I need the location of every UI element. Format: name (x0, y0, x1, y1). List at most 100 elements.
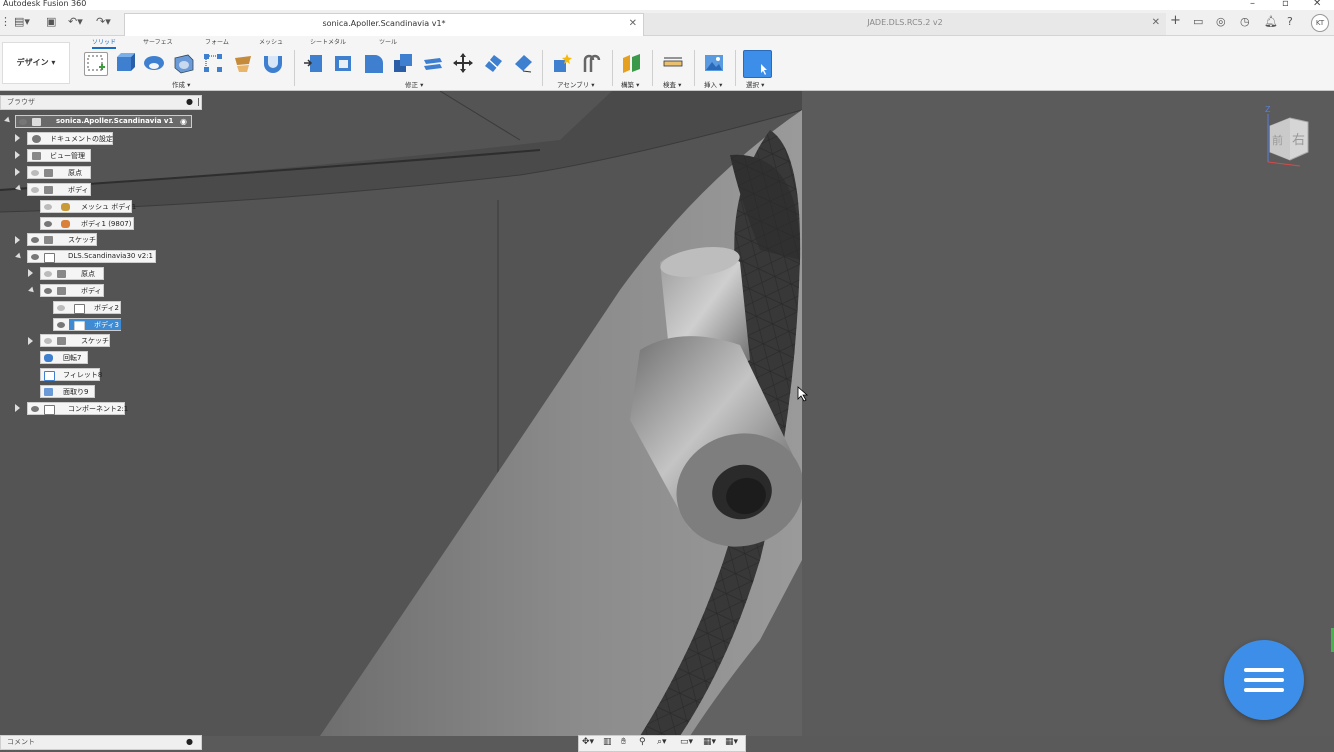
group-modify[interactable]: 修正 ▾ (405, 79, 423, 89)
tab-tools[interactable]: ツール (379, 37, 397, 46)
look-at-icon[interactable]: ▥ (603, 737, 612, 747)
orbit-icon[interactable]: ✥▾ (582, 737, 594, 747)
press-pull-icon[interactable] (302, 52, 324, 74)
expand-toggle-icon[interactable] (15, 168, 20, 176)
fillet-icon[interactable] (332, 52, 354, 74)
help-icon[interactable]: ? (1287, 15, 1293, 28)
group-assembly[interactable]: アセンブリ ▾ (557, 79, 595, 89)
browser-node-revolve7[interactable]: 回転7 (40, 351, 88, 364)
browser-node-sketches[interactable]: スケッチ (27, 233, 97, 246)
insert-image-icon[interactable] (703, 52, 725, 74)
move-icon[interactable] (452, 52, 474, 74)
visibility-eye-icon[interactable] (31, 406, 39, 412)
zoom-icon[interactable]: ⚲ (639, 737, 646, 747)
floating-menu-button[interactable] (1224, 640, 1304, 720)
collapse-panel-icon[interactable]: ● (186, 737, 193, 746)
user-avatar[interactable]: KT (1311, 14, 1329, 32)
expand-toggle-icon[interactable] (28, 269, 33, 277)
group-inspect[interactable]: 検査 ▾ (663, 79, 681, 89)
maximize-button[interactable]: ▫ (1282, 0, 1289, 9)
pattern-icon[interactable] (202, 52, 224, 74)
undo-icon[interactable]: ↶▾ (68, 15, 83, 28)
joint-icon[interactable] (581, 52, 603, 74)
redo-icon[interactable]: ↷▾ (96, 15, 111, 28)
expand-toggle-icon[interactable] (15, 404, 20, 412)
zoom-window-icon[interactable]: ⌕▾ (657, 737, 667, 747)
tab-form[interactable]: フォーム (205, 37, 229, 46)
display-settings-icon[interactable]: ▭▾ (680, 737, 693, 747)
tab-solid[interactable]: ソリッド (92, 37, 117, 49)
minimize-button[interactable]: – (1250, 0, 1255, 9)
shell-icon[interactable] (262, 52, 284, 74)
extensions-icon[interactable]: ◎ (1216, 15, 1226, 28)
measure-icon[interactable] (662, 52, 684, 74)
visibility-eye-icon[interactable] (57, 322, 65, 328)
visibility-eye-icon[interactable] (44, 288, 52, 294)
split-face-icon[interactable] (482, 52, 504, 74)
browser-node-named-views[interactable]: ビュー管理 (27, 149, 91, 162)
browser-node-component-dls[interactable]: DLS.Scandinavia30 v2:1 (27, 250, 156, 263)
visibility-eye-icon[interactable] (57, 305, 65, 311)
browser-node-chamfer9[interactable]: 面取り9 (40, 385, 95, 398)
expand-toggle-icon[interactable] (15, 236, 20, 244)
close-tab-icon[interactable]: ✕ (1152, 17, 1160, 28)
job-status-icon[interactable]: ◷ (1240, 15, 1250, 28)
create-sketch-icon[interactable] (84, 52, 108, 76)
workspace-switcher[interactable]: デザイン ▾ (2, 42, 70, 84)
offset-plane-icon[interactable] (621, 52, 643, 74)
tab-surface[interactable]: サーフェス (143, 37, 173, 46)
activate-radio-icon[interactable]: ◉ (180, 117, 187, 126)
visibility-eye-icon[interactable] (44, 221, 52, 227)
visibility-eye-icon[interactable] (44, 338, 52, 344)
new-tab-icon[interactable]: + (1170, 13, 1181, 28)
3d-viewport[interactable] (0, 91, 1334, 736)
browser-panel-header[interactable]: ブラウザ ● | (0, 95, 202, 110)
visibility-eye-icon[interactable] (31, 170, 39, 176)
notifications-icon[interactable]: 🔔︎ (1264, 15, 1278, 28)
browser-node-mesh-body[interactable]: メッシュ ボディ1 (40, 200, 136, 213)
file-menu-icon[interactable]: ▤▾ (14, 15, 30, 28)
browser-node-body1[interactable]: ボディ1 (9807) (40, 217, 134, 230)
browser-node-body2[interactable]: ボディ2 (53, 301, 121, 314)
extrude-icon[interactable] (114, 52, 136, 74)
chamfer-icon[interactable] (362, 52, 384, 74)
collapse-panel-icon[interactable]: ● (186, 97, 193, 106)
expand-toggle-icon[interactable] (28, 337, 33, 345)
align-icon[interactable] (512, 52, 534, 74)
sweep-icon[interactable] (173, 52, 195, 74)
cube-front-face[interactable]: 前 (1272, 133, 1283, 147)
revolve-icon[interactable] (143, 52, 165, 74)
grid-menu-icon[interactable]: ⋮ (0, 15, 11, 28)
browser-node-body3[interactable]: ボディ3 (53, 318, 121, 331)
expand-toggle-icon[interactable] (15, 134, 20, 142)
visibility-eye-icon[interactable] (31, 237, 39, 243)
comments-panel[interactable]: コメント ● (0, 735, 202, 750)
pan-icon[interactable]: ✋︎ (621, 737, 626, 747)
visibility-eye-icon[interactable] (44, 204, 52, 210)
browser-node-fillet8[interactable]: フィレット8 (40, 368, 102, 381)
mirror-icon[interactable] (232, 52, 254, 74)
grid-settings-icon[interactable]: ▦▾ (703, 737, 716, 747)
group-select[interactable]: 選択 ▾ (746, 79, 764, 89)
select-tool-icon[interactable] (743, 50, 772, 78)
tab-document-inactive[interactable]: JADE.DLS.RC5.2 v2 ✕ (644, 13, 1166, 35)
save-icon[interactable]: ▣ (46, 15, 56, 28)
browser-node-bodies[interactable]: ボディ (27, 183, 91, 196)
visibility-eye-icon[interactable] (31, 254, 39, 260)
new-component-icon[interactable] (551, 52, 573, 74)
viewports-icon[interactable]: ▦▾ (725, 737, 738, 747)
expand-toggle-icon[interactable] (15, 151, 20, 159)
group-create[interactable]: 作成 ▾ (172, 79, 190, 89)
offset-face-icon[interactable] (422, 52, 444, 74)
visibility-eye-icon[interactable] (19, 119, 27, 125)
combine-icon[interactable] (392, 52, 414, 74)
visibility-eye-icon[interactable] (44, 271, 52, 277)
close-tab-icon[interactable]: ✕ (629, 18, 637, 29)
panel-grip-icon[interactable]: | (197, 97, 200, 106)
group-construct[interactable]: 構築 ▾ (621, 79, 639, 89)
model-render[interactable] (0, 91, 1334, 736)
tab-document-active[interactable]: sonica.Apoller.Scandinavia v1* ✕ (124, 13, 644, 36)
browser-node-component2[interactable]: コンポーネント2:1 (27, 402, 128, 415)
browser-node-origin-sub[interactable]: 原点 (40, 267, 104, 280)
group-insert[interactable]: 挿入 ▾ (704, 79, 722, 89)
